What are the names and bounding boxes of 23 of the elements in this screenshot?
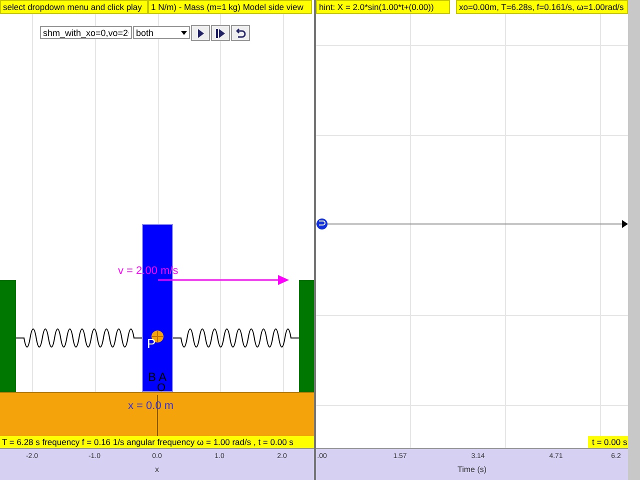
point-marker-icon <box>316 218 328 230</box>
status-text: T = 6.28 s frequency f = 0.16 1/s angular frequency ω = 1.00 rad/s , t = 0.00 s <box>0 436 314 448</box>
step-button[interactable] <box>211 25 230 41</box>
axis-label: x <box>155 465 159 474</box>
instruction-label: select dropdown menu and click play <box>0 0 148 14</box>
axis-label: Time (s) <box>457 465 487 474</box>
reset-icon <box>236 28 246 38</box>
hint-label: hint: X = 2.0*sin(1.00*t+(0.00)) <box>316 0 450 14</box>
position-label: x = 0.0 m <box>128 401 174 412</box>
play-button[interactable] <box>191 25 210 41</box>
point-label: P <box>147 337 156 350</box>
step-forward-icon <box>216 28 225 38</box>
title-label: 1 N/m) - Mass (m=1 kg) Model side view <box>148 0 312 14</box>
dropdown[interactable]: both <box>133 26 190 39</box>
reset-button[interactable] <box>231 25 250 41</box>
dropdown[interactable]: shm_with_xo=0,vo=2 <box>40 26 132 39</box>
origin-label: O <box>157 383 166 394</box>
time-label: t = 0.00 s <box>588 436 628 448</box>
origin-line <box>157 395 158 436</box>
info-label: xo=0.00m, T=6.28s, f=0.161/s, ω=1.00rad/s <box>456 0 628 14</box>
scrollbar[interactable] <box>628 0 640 480</box>
marker-label: B A <box>148 371 167 383</box>
play-icon <box>196 28 204 38</box>
